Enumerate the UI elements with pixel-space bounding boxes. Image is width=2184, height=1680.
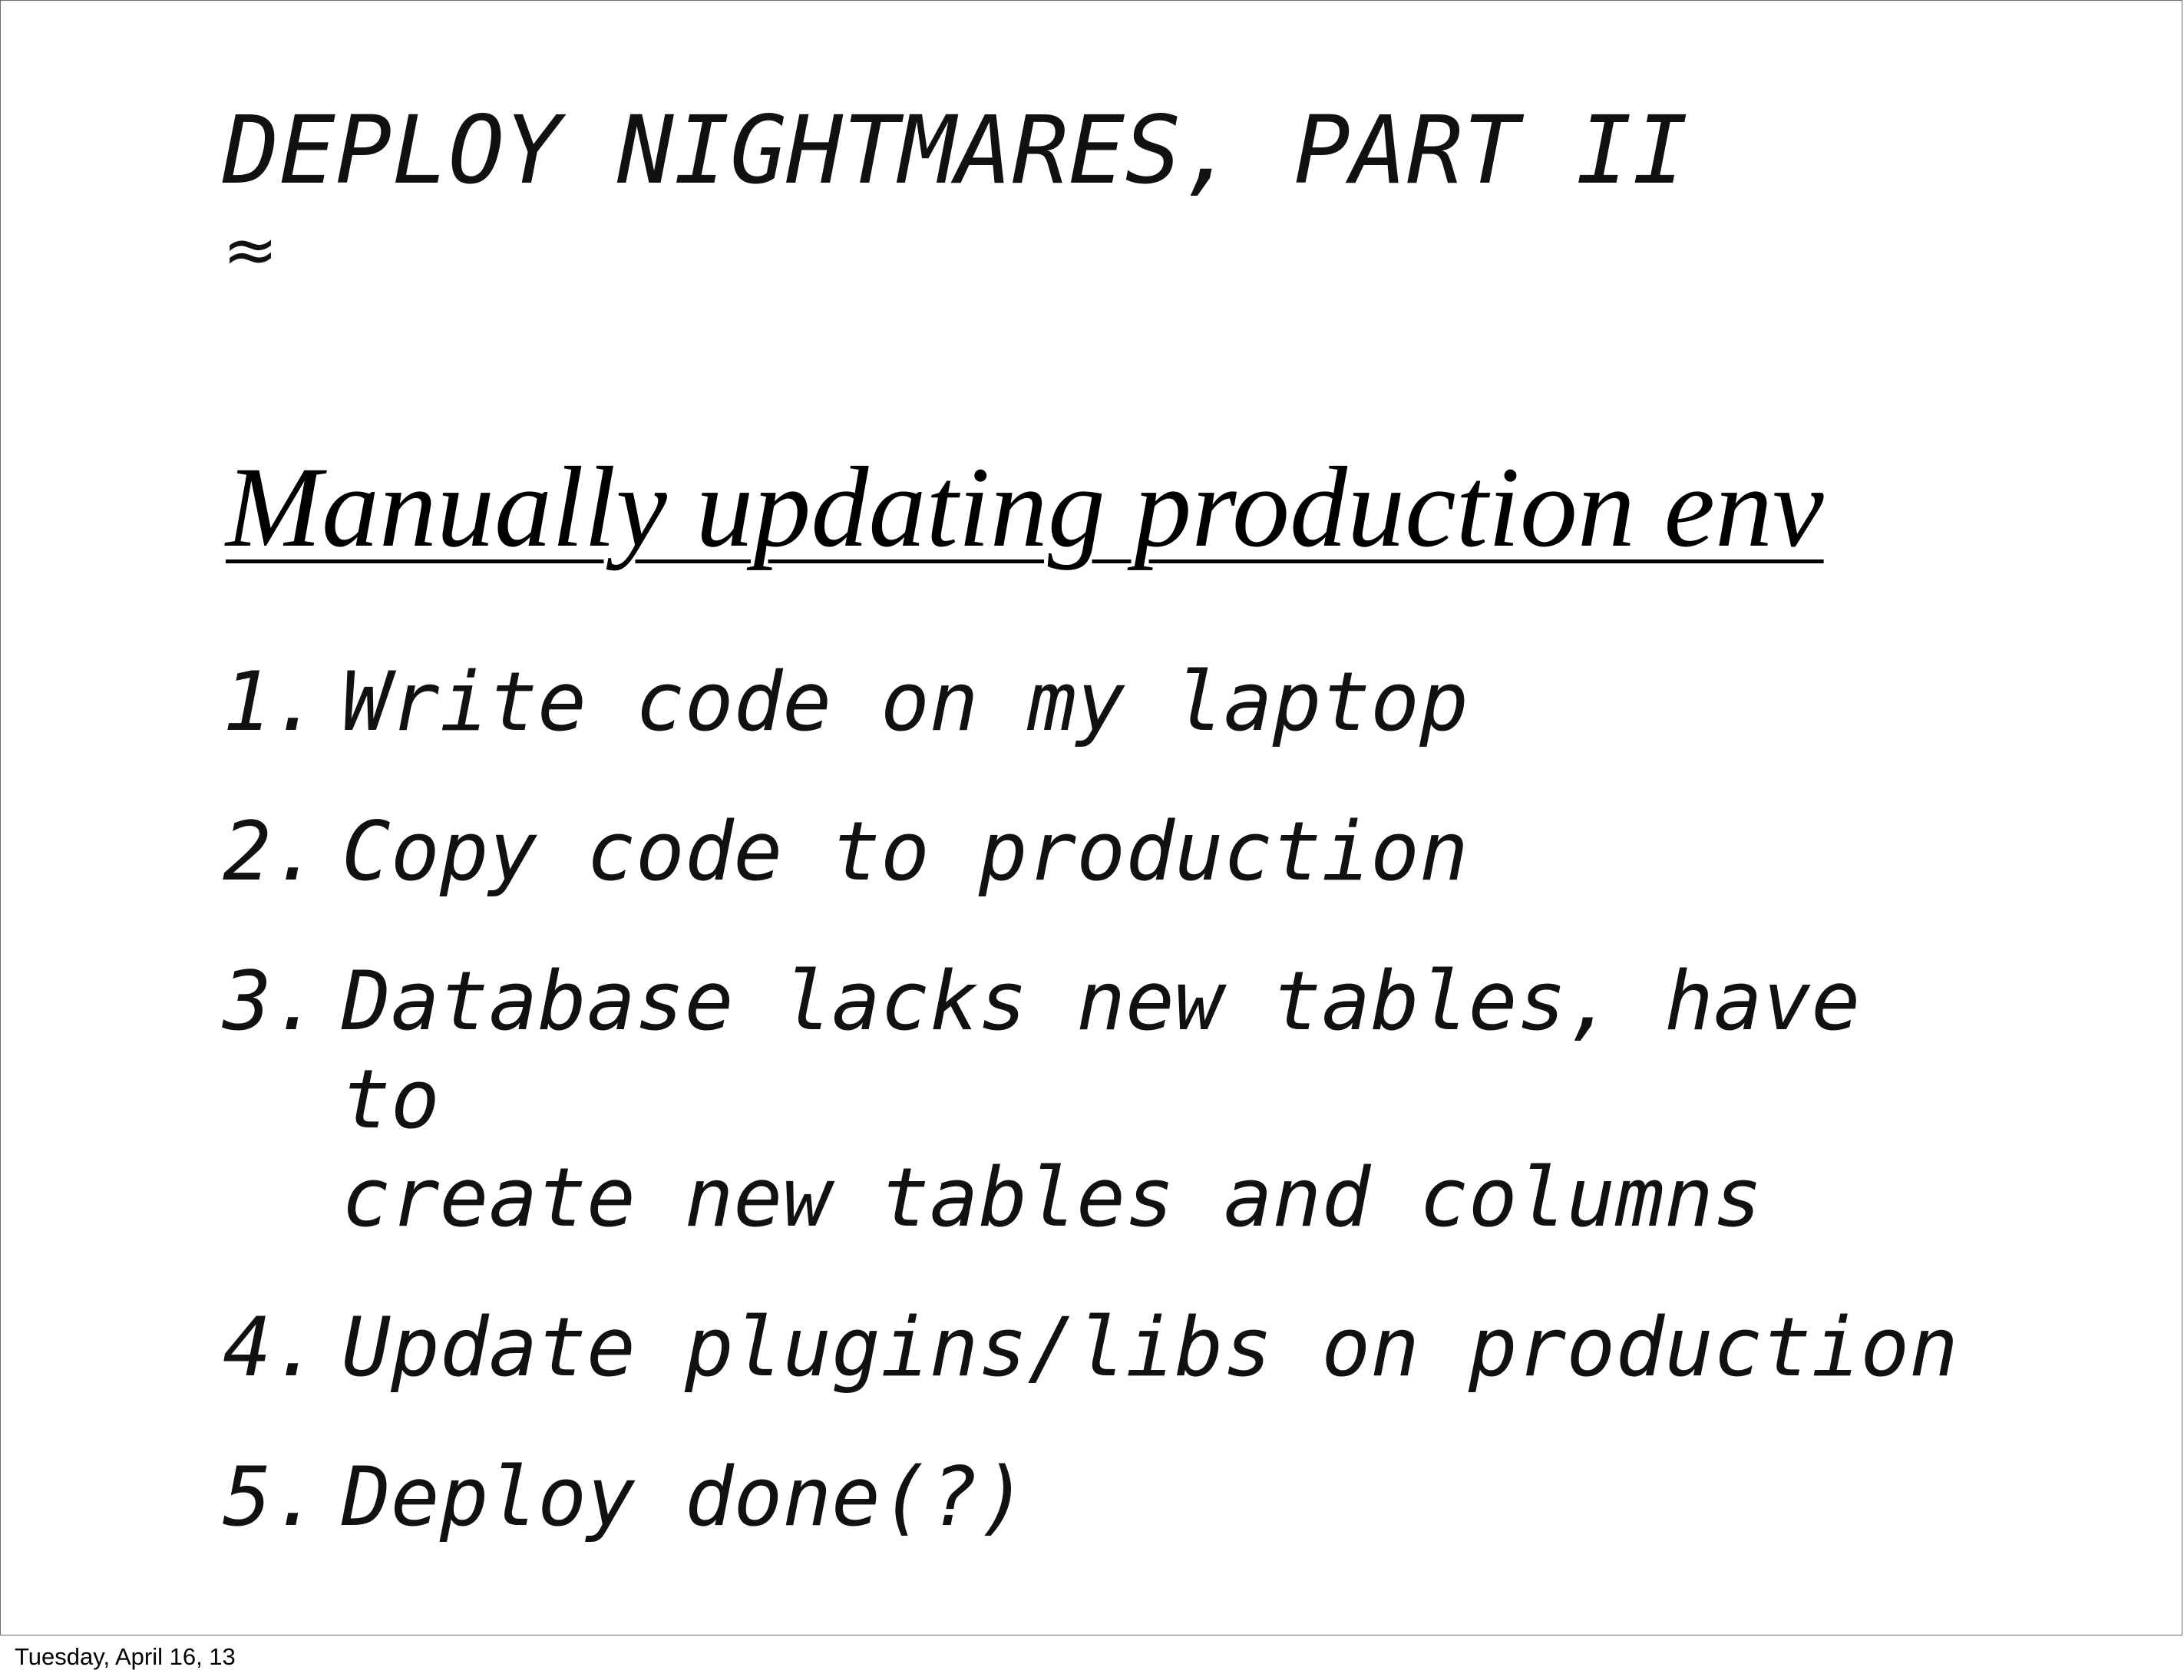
- step-text: Copy code to production: [342, 804, 1469, 899]
- footer-date: Tuesday, April 16, 13: [15, 1643, 236, 1670]
- steps-list: 1. Write code on my laptop 2. Copy code …: [223, 653, 1992, 1598]
- step-number: 3.: [223, 954, 321, 1048]
- step-number: 1.: [223, 655, 321, 749]
- list-item: 1. Write code on my laptop: [223, 653, 1992, 751]
- step-text: Update plugins/libs on production: [342, 1300, 1958, 1394]
- step-number: 5.: [223, 1450, 321, 1544]
- list-item: 5. Deploy done(?): [223, 1448, 1992, 1546]
- slide-subtitle: Manually updating production env: [226, 444, 1824, 571]
- slide-title: DEPLOY NIGHTMARES, PART II: [223, 96, 1689, 205]
- step-number: 2.: [223, 804, 321, 899]
- step-number: 4.: [223, 1300, 321, 1394]
- list-item: 4. Update plugins/libs on production: [223, 1299, 1992, 1397]
- step-text: Write code on my laptop: [342, 655, 1469, 749]
- step-text: Database lacks new tables, have to creat…: [342, 954, 1861, 1245]
- list-item: 3. Database lacks new tables, have to cr…: [223, 952, 1992, 1247]
- approx-symbol: ≈: [223, 212, 279, 289]
- slide: DEPLOY NIGHTMARES, PART II ≈ Manually up…: [0, 0, 2182, 1635]
- step-text: Deploy done(?): [342, 1450, 1028, 1544]
- list-item: 2. Copy code to production: [223, 803, 1992, 901]
